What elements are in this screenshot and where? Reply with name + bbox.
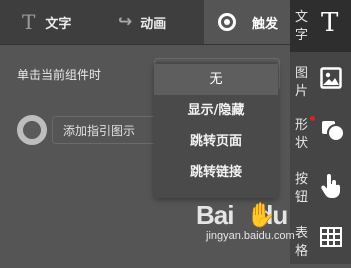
tap-hand-icon [320,173,342,203]
guide-ring-icon[interactable] [17,115,47,145]
tab-animation[interactable]: ↪ 动画 [118,0,166,44]
rail-item-image-label: 图片 [295,66,309,99]
tab-animation-label: 动画 [140,16,167,32]
target-icon [218,13,236,31]
tab-text-label: 文字 [45,16,72,32]
tab-text[interactable]: T 文字 [22,0,71,44]
watermark-url: jingyan.baidu.com [206,230,295,242]
rail-item-text-label: 文字 [295,10,309,43]
shapes-icon [320,119,346,147]
tab-bar: T 文字 ↪ 动画 触发 [0,0,290,45]
tab-trigger-label: 触发 [252,16,279,32]
tab-trigger[interactable]: 触发 [204,0,290,44]
trigger-action-dropdown: 无 显示/隐藏 跳转页面 跳转链接 [154,62,278,198]
option-show-hide[interactable]: 显示/隐藏 [154,95,278,126]
rail-item-shape[interactable]: 形状 [290,108,351,160]
table-icon [320,227,342,251]
option-jump-link[interactable]: 跳转链接 [154,157,278,188]
rail-item-shape-label: 形状 [295,118,309,151]
rail-item-image[interactable]: 图片 [290,56,351,108]
text-icon: T [22,10,36,34]
add-guide-button[interactable]: 添加指引图示 [52,116,162,144]
text-icon: T [321,8,339,38]
baidu-watermark: Bai du ✋ jingyan.baidu.com [196,200,316,260]
rail-item-text[interactable]: 文字 T [290,0,351,52]
animation-icon: ↪ [118,12,133,32]
option-none[interactable]: 无 [154,64,278,95]
click-trigger-label: 单击当前组件时 [17,68,102,82]
option-jump-page[interactable]: 跳转页面 [154,126,278,157]
notification-dot [310,116,315,121]
image-icon [320,67,342,93]
paw-icon: ✋ [246,201,276,229]
